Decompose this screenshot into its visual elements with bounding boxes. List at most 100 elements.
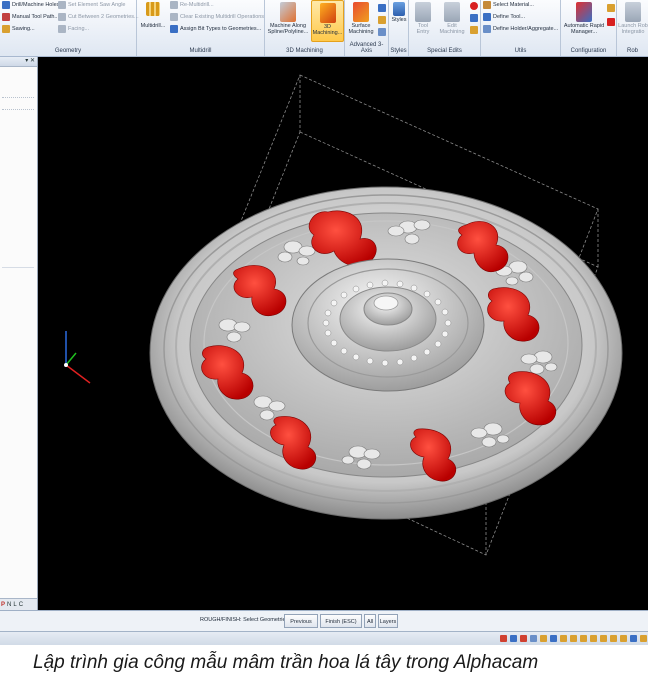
view-icon[interactable] xyxy=(530,635,537,642)
view-icon[interactable] xyxy=(640,635,647,642)
project-panel: ▾ ✕ P N L C xyxy=(0,57,38,610)
ribbon-group-label: Advanced 3-Axis xyxy=(349,42,384,54)
view-icon[interactable] xyxy=(520,635,527,642)
facing-icon xyxy=(58,25,66,33)
finish-button[interactable]: Finish (ESC) xyxy=(320,614,362,628)
ribbon-group-utils: Select Material... Define Tool... Define… xyxy=(481,0,561,56)
all-button[interactable]: All xyxy=(364,614,376,628)
ribbon-group-label: Styles xyxy=(390,48,407,54)
ribbon-group-advanced-3axis: Surface Machining Advanced 3-Axis xyxy=(345,0,389,56)
edit-machining-icon xyxy=(444,2,460,22)
drill-icon xyxy=(2,1,10,9)
clear-multidrill-button[interactable]: Clear Existing Multidrill Operations xyxy=(170,13,264,21)
drill-machine-holes-button[interactable]: Drill/Machine Holes xyxy=(2,1,59,9)
previous-button[interactable]: Previous xyxy=(284,614,318,628)
define-tool-button[interactable]: Define Tool... xyxy=(483,13,525,21)
select-material-button[interactable]: Select Material... xyxy=(483,1,534,9)
panel-row[interactable] xyxy=(2,97,34,98)
3d-machining-button[interactable]: 3D Machining... xyxy=(311,0,344,42)
advanced-option-icon[interactable] xyxy=(378,4,386,12)
re-multidrill-icon xyxy=(170,1,178,9)
ribbon-group-robot: Launch Rob Integratio Rob xyxy=(617,0,648,56)
set-element-saw-angle-button[interactable]: Set Element Saw Angle xyxy=(58,1,125,9)
styles-button[interactable]: Styles xyxy=(390,0,408,23)
panel-tab[interactable]: P xyxy=(1,602,5,608)
rapid-manager-icon xyxy=(576,2,592,22)
ribbon-group-multidrill: Multidrill... Re-Multidrill... Clear Exi… xyxy=(137,0,265,56)
machine-along-spline-button[interactable]: Machine Along Spline/Polyline... xyxy=(266,0,310,35)
cut-icon xyxy=(58,13,66,21)
option-icon[interactable] xyxy=(470,26,478,34)
cut-between-geometries-button[interactable]: Cut Between 2 Geometries... xyxy=(58,13,139,21)
ribbon-group-label: Special Edits xyxy=(427,48,462,54)
ribbon-group-geometry: Drill/Machine Holes Manual Tool Path... … xyxy=(0,0,139,56)
view-icon[interactable] xyxy=(550,635,557,642)
config-option-icon[interactable] xyxy=(607,18,615,26)
tool-entry-button[interactable]: Tool Entry xyxy=(411,0,435,35)
layers-button[interactable]: Layers xyxy=(378,614,398,628)
view-icon[interactable] xyxy=(610,635,617,642)
clear-icon xyxy=(170,13,178,21)
center-knob-top xyxy=(373,295,399,311)
viewport-canvas[interactable] xyxy=(38,57,648,610)
ribbon-group-special-edits: Tool Entry Edit Machining Special Edits xyxy=(409,0,481,56)
spline-icon xyxy=(280,2,296,22)
re-multidrill-button[interactable]: Re-Multidrill... xyxy=(170,1,214,9)
config-option-icon[interactable] xyxy=(607,4,615,12)
view-icon[interactable] xyxy=(600,635,607,642)
advanced-option-icon[interactable] xyxy=(378,16,386,24)
material-icon xyxy=(483,1,491,9)
ribbon: Drill/Machine Holes Manual Tool Path... … xyxy=(0,0,648,57)
assign-bit-types-button[interactable]: Assign Bit Types to Geometries... xyxy=(170,25,261,33)
view-icon[interactable] xyxy=(630,635,637,642)
tool-icon xyxy=(483,13,491,21)
view-icon[interactable] xyxy=(540,635,547,642)
facing-button[interactable]: Facing... xyxy=(58,25,89,33)
image-caption: Lập trình gia công mẫu mâm trần hoa lá t… xyxy=(0,645,648,686)
3d-machining-icon xyxy=(319,3,336,23)
launch-robot-integration-button[interactable]: Launch Rob Integratio xyxy=(618,0,648,35)
3d-viewport[interactable] xyxy=(38,57,648,610)
view-icon[interactable] xyxy=(500,635,507,642)
tool-path-icon xyxy=(2,13,10,21)
multidrill-icon xyxy=(146,2,160,16)
saw-icon xyxy=(2,25,10,33)
record-icon[interactable] xyxy=(470,2,478,10)
panel-tab[interactable]: N xyxy=(7,602,11,608)
ribbon-group-label: 3D Machining xyxy=(286,48,323,54)
ribbon-group-label: Multidrill xyxy=(189,48,212,54)
view-icon[interactable] xyxy=(620,635,627,642)
view-icon[interactable] xyxy=(560,635,567,642)
surface-machining-button[interactable]: Surface Machining xyxy=(346,0,376,35)
panel-row[interactable] xyxy=(2,109,34,110)
ribbon-group-label: Utils xyxy=(514,48,527,54)
sawing-button[interactable]: Sawing... xyxy=(2,25,35,33)
view-icon[interactable] xyxy=(580,635,587,642)
command-status-bar: ROUGH/FINISH: Select Geometries Previous… xyxy=(0,610,648,632)
panel-scroll-divider xyxy=(2,267,34,268)
surface-machining-icon xyxy=(353,2,369,22)
robot-icon xyxy=(625,2,641,22)
view-toolbar xyxy=(0,631,648,646)
define-holder-button[interactable]: Define Holder/Aggregate... xyxy=(483,25,558,33)
panel-tab[interactable]: C xyxy=(19,602,23,608)
panel-pin-close[interactable]: ▾ ✕ xyxy=(0,57,37,67)
ribbon-group-styles: Styles Styles xyxy=(389,0,409,56)
styles-icon xyxy=(393,2,405,16)
edit-machining-button[interactable]: Edit Machining xyxy=(436,0,468,35)
panel-tab[interactable]: L xyxy=(13,602,16,608)
view-icon[interactable] xyxy=(570,635,577,642)
caption-text: Lập trình gia công mẫu mâm trần hoa lá t… xyxy=(33,652,539,673)
ribbon-group-label: Rob xyxy=(626,48,638,54)
advanced-option-icon[interactable] xyxy=(378,28,386,36)
multidrill-button[interactable]: Multidrill... xyxy=(139,0,167,29)
ribbon-group-label: Geometry xyxy=(54,48,82,54)
ribbon-group-3d-machining: Machine Along Spline/Polyline... 3D Mach… xyxy=(265,0,345,56)
command-prompt: ROUGH/FINISH: Select Geometries xyxy=(200,617,289,623)
view-icon[interactable] xyxy=(590,635,597,642)
option-icon[interactable] xyxy=(470,14,478,22)
view-icon[interactable] xyxy=(510,635,517,642)
ribbon-group-configuration: Automatic Rapid Manager... Configuration xyxy=(561,0,617,56)
manual-tool-path-button[interactable]: Manual Tool Path... xyxy=(2,13,59,21)
automatic-rapid-manager-button[interactable]: Automatic Rapid Manager... xyxy=(562,0,606,35)
